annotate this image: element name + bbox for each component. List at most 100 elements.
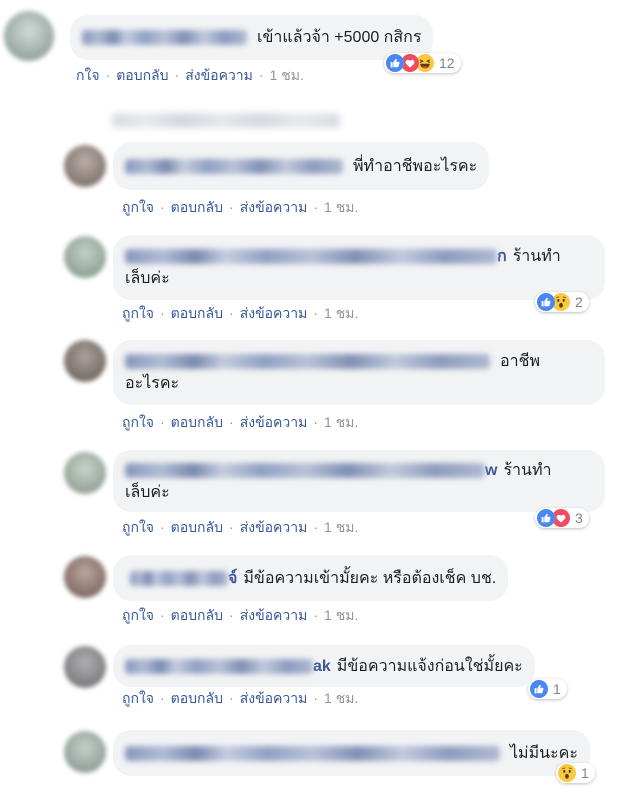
comment-actions: ถูกใจ · ตอบกลับ · ส่งข้อความ · 1 ชม. xyxy=(122,606,358,624)
author-name-blurred[interactable] xyxy=(125,745,500,761)
comment-text: เข้าแล้วจ้า +5000 กสิกร xyxy=(257,29,422,46)
separator-dot: · xyxy=(229,305,234,321)
message-link[interactable]: ส่งข้อความ xyxy=(240,519,308,535)
like-icon xyxy=(537,293,555,311)
avatar[interactable] xyxy=(64,731,106,773)
message-link[interactable]: ส่งข้อความ xyxy=(240,414,308,430)
author-name-fragment[interactable]: จ์ xyxy=(228,568,237,589)
reaction-icons xyxy=(386,54,434,72)
author-name-blurred[interactable] xyxy=(82,30,247,45)
separator-dot: · xyxy=(160,690,165,706)
comment-bubble: ก ร้านทำ เล็บค่ะ xyxy=(113,235,605,300)
avatar[interactable] xyxy=(64,145,106,187)
reply-link[interactable]: ตอบกลับ xyxy=(171,690,223,706)
message-link[interactable]: ส่งข้อความ xyxy=(240,199,308,215)
message-link[interactable]: ส่งข้อความ xyxy=(240,607,308,623)
timestamp[interactable]: 1 ชม. xyxy=(324,690,358,706)
comment-bubble: w ร้านทำ เล็บค่ะ xyxy=(113,450,605,512)
separator-dot: · xyxy=(313,199,319,215)
author-name-fragment[interactable]: ก xyxy=(497,246,507,267)
comment-text: มีข้อความเข้ามั้ยคะ หรือต้องเช็ค บช. xyxy=(243,569,497,587)
reaction-count: 12 xyxy=(439,55,455,71)
comment-text: พี่ทำอาชีพอะไรคะ xyxy=(353,157,478,175)
top-comment: เข้าแล้วจ้า +5000 กสิกร 12 กใจ · ตอบกลับ · ส… xyxy=(0,11,640,83)
avatar[interactable] xyxy=(64,340,106,382)
reactions-summary[interactable]: 3 xyxy=(535,508,589,528)
author-name-blurred[interactable] xyxy=(125,354,490,369)
separator-dot: · xyxy=(160,305,165,321)
comment-bubble: เข้าแล้วจ้า +5000 กสิกร xyxy=(70,15,434,60)
like-link[interactable]: ถูกใจ xyxy=(122,519,154,535)
comment-reply: ไม่มีนะคะ 1 xyxy=(0,730,640,783)
author-name-blurred[interactable] xyxy=(125,249,497,264)
reply-link[interactable]: ตอบกลับ xyxy=(171,519,223,535)
avatar[interactable] xyxy=(64,452,106,494)
comment-reply: จ์ มีข้อความเข้ามั้ยคะ หรือต้องเช็ค บช. … xyxy=(0,555,640,623)
separator-dot: · xyxy=(229,607,234,623)
reply-link[interactable]: ตอบกลับ xyxy=(171,199,223,215)
timestamp[interactable]: 1 ชม. xyxy=(270,67,304,83)
separator-dot: · xyxy=(160,414,165,430)
comment-actions: ถูกใจ · ตอบกลับ · ส่งข้อความ · 1 ชม. xyxy=(122,689,358,707)
like-link[interactable]: ถูกใจ xyxy=(122,414,154,430)
comment-text: มีข้อความแจ้งก่อนใช่มั้ยคะ xyxy=(336,657,523,675)
comment-text-line1: ร้านทำ xyxy=(512,248,561,265)
like-link[interactable]: ถูกใจ xyxy=(122,690,154,706)
author-name-fragment[interactable]: ak xyxy=(313,656,331,677)
comment-text-line2: อะไรคะ xyxy=(125,375,180,392)
wow-icon xyxy=(558,764,576,782)
like-link[interactable]: ถูกใจ xyxy=(122,607,154,623)
reaction-icons xyxy=(558,764,576,782)
separator-dot: · xyxy=(105,67,111,83)
timestamp[interactable]: 1 ชม. xyxy=(324,414,358,430)
reply-link[interactable]: ตอบกลับ xyxy=(116,67,168,83)
separator-dot: · xyxy=(258,67,264,83)
avatar[interactable] xyxy=(64,236,106,278)
comment-actions: กใจ · ตอบกลับ · ส่งข้อความ · 1 ชม. xyxy=(76,66,304,84)
reactions-summary[interactable]: 1 xyxy=(556,763,595,783)
view-previous-replies-blurred[interactable] xyxy=(112,113,340,128)
like-icon xyxy=(530,680,548,698)
comment-reply: ก ร้านทำ เล็บค่ะ 2 ถูกใจ · ตอบกลับ · ส่งข้อค… xyxy=(0,235,640,321)
comment-actions: ถูกใจ · ตอบกลับ · ส่งข้อความ · 1 ชม. xyxy=(122,518,358,536)
reactions-summary[interactable]: 2 xyxy=(535,292,589,312)
timestamp[interactable]: 1 ชม. xyxy=(324,305,358,321)
comment-text-line2: เล็บค่ะ xyxy=(125,483,170,501)
like-link[interactable]: กใจ xyxy=(76,67,100,83)
separator-dot: · xyxy=(160,607,165,623)
reply-link[interactable]: ตอบกลับ xyxy=(171,414,223,430)
comment-reply: พี่ทำอาชีพอะไรคะ ถูกใจ · ตอบกลับ · ส่งข้อควา… xyxy=(0,142,640,215)
timestamp[interactable]: 1 ชม. xyxy=(324,199,358,215)
separator-dot: · xyxy=(229,519,234,535)
reaction-count: 1 xyxy=(553,681,561,697)
author-name-blurred[interactable] xyxy=(125,158,343,174)
avatar[interactable] xyxy=(64,646,106,688)
comment-bubble: อาชีพ อะไรคะ xyxy=(113,340,605,405)
timestamp[interactable]: 1 ชม. xyxy=(324,519,358,535)
like-icon xyxy=(386,54,404,72)
author-name-blurred[interactable] xyxy=(125,462,485,478)
separator-dot: · xyxy=(313,519,319,535)
comment-bubble: ไม่มีนะคะ xyxy=(113,730,590,776)
like-link[interactable]: ถูกใจ xyxy=(122,305,154,321)
separator-dot: · xyxy=(174,67,180,83)
author-name-blurred[interactable] xyxy=(125,658,313,674)
reactions-summary[interactable]: 1 xyxy=(528,679,567,699)
reply-link[interactable]: ตอบกลับ xyxy=(171,305,223,321)
avatar[interactable] xyxy=(64,556,106,598)
avatar[interactable] xyxy=(4,11,54,61)
message-link[interactable]: ส่งข้อความ xyxy=(185,67,253,83)
reactions-summary[interactable]: 12 xyxy=(384,53,461,73)
separator-dot: · xyxy=(313,305,319,321)
reaction-count: 3 xyxy=(575,510,583,526)
message-link[interactable]: ส่งข้อความ xyxy=(240,305,308,321)
timestamp[interactable]: 1 ชม. xyxy=(324,607,358,623)
separator-dot: · xyxy=(313,690,319,706)
message-link[interactable]: ส่งข้อความ xyxy=(240,690,308,706)
like-link[interactable]: ถูกใจ xyxy=(122,199,154,215)
reaction-icons xyxy=(530,680,548,698)
author-name-fragment[interactable]: w xyxy=(485,460,497,481)
author-name-blurred[interactable] xyxy=(130,570,228,586)
reply-link[interactable]: ตอบกลับ xyxy=(171,607,223,623)
separator-dot: · xyxy=(313,607,319,623)
